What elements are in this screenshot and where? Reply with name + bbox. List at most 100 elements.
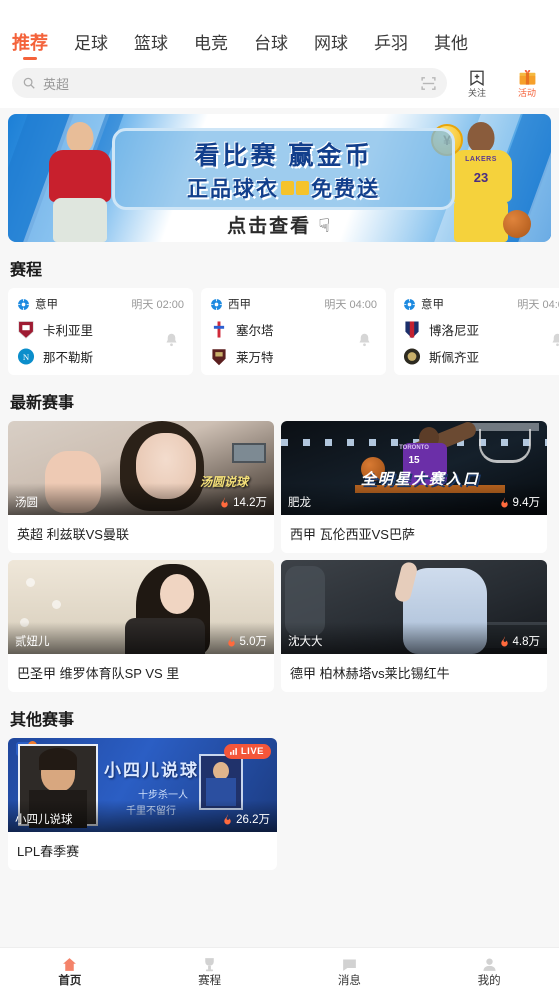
video-card[interactable]: 沈大大 4.8万 德甲 柏林赫塔vs莱比锡红牛	[281, 560, 547, 692]
home-team-name: 博洛尼亚	[429, 324, 480, 338]
tab-zuqiu[interactable]: 足球	[74, 35, 108, 62]
team-crest-icon	[403, 348, 421, 365]
bell-icon	[359, 333, 370, 347]
banner-plate: 看比赛 赢金币 正品球衣 免费送	[112, 128, 455, 210]
streamer-name: 贰妞儿	[15, 636, 50, 648]
category-tabbar: 推荐 足球 篮球 电竞 台球 网球 乒羽 其他	[12, 22, 547, 62]
heat-value: 9.4万	[512, 497, 541, 509]
tab-label: 电竞	[194, 34, 228, 53]
search-placeholder: 英超	[43, 76, 70, 92]
fire-icon	[227, 636, 235, 647]
promo-banner[interactable]: LAKERS 23 ¥ 看比赛 赢金币 正品球衣 免费送 点击查看 ☟	[8, 114, 551, 242]
scan-qr-button[interactable]	[420, 75, 437, 92]
match-reminder-button[interactable]	[357, 332, 372, 353]
schedule-card[interactable]: 意甲 明天 04:00 博洛尼亚 斯佩齐亚	[394, 288, 559, 375]
video-title: 西甲 瓦伦西亚VS巴萨	[290, 527, 415, 542]
match-reminder-button[interactable]	[550, 332, 559, 353]
schedule-scroller[interactable]: 意甲 明天 02:00 卡利亚里 N 那不勒斯 西甲 明天 04:00 塞尔塔 …	[0, 288, 559, 375]
video-card[interactable]: 汤圆说球 汤圆 14.2万 英超 利兹联VS曼联	[8, 421, 274, 553]
follow-button[interactable]: 关注	[457, 69, 497, 98]
nav-label: 消息	[337, 974, 361, 987]
away-team-name: 莱万特	[236, 351, 274, 365]
tab-taiqiu[interactable]: 台球	[254, 35, 288, 62]
football-icon	[404, 298, 415, 310]
streamer-name: 肥龙	[288, 497, 311, 509]
football-icon	[18, 298, 29, 310]
video-thumbnail: 小四儿说球 十步杀一人 千里不留行 LIVE 小四儿说球 26.2万	[8, 738, 277, 832]
home-team-name: 卡利亚里	[43, 324, 94, 338]
thumbnail-watermark: 小四儿说球	[104, 761, 199, 780]
tab-pingyu[interactable]: 乒羽	[374, 35, 408, 62]
match-time: 明天 04:00	[517, 299, 559, 311]
nav-item-profile[interactable]: 我的	[419, 948, 559, 995]
tab-tuijian[interactable]: 推荐	[12, 34, 48, 62]
match-reminder-button[interactable]	[164, 332, 179, 353]
nav-label: 首页	[58, 974, 82, 987]
video-title: LPL春季赛	[17, 844, 80, 859]
home-icon	[63, 957, 77, 971]
league-name: 意甲	[421, 299, 444, 311]
video-thumbnail: 贰妞儿 5.0万	[8, 560, 274, 654]
heat-value: 4.8万	[512, 636, 541, 648]
league-name: 意甲	[35, 299, 58, 311]
trophy-icon	[205, 957, 214, 971]
fire-icon	[500, 497, 508, 508]
search-input[interactable]: 英超	[12, 68, 447, 98]
live-bars-icon	[230, 748, 237, 755]
video-card[interactable]: 贰妞儿 5.0万 巴圣甲 维罗体育队SP VS 里	[8, 560, 274, 692]
banner-player-number: 23	[473, 170, 489, 185]
home-team-row: 博洛尼亚	[403, 320, 559, 339]
schedule-card-header: 西甲 明天 04:00	[210, 296, 377, 312]
user-icon	[483, 958, 496, 971]
latest-section-title: 最新赛事	[10, 395, 75, 412]
banner-cta[interactable]: 点击查看 ☟	[8, 211, 551, 238]
activity-button[interactable]: 活动	[507, 68, 547, 98]
away-team-row: 斯佩齐亚	[403, 347, 559, 366]
thumbnail-watermark-sub: 十步杀一人	[138, 790, 188, 801]
nav-item-home[interactable]: 首页	[0, 948, 140, 995]
bell-icon	[552, 333, 559, 347]
match-time: 明天 02:00	[131, 299, 184, 311]
video-thumbnail: 汤圆说球 汤圆 14.2万	[8, 421, 274, 515]
video-card[interactable]: TORONTO 15 全明星大赛入口 肥龙 9.4万 西甲 瓦伦西亚VS巴萨	[281, 421, 547, 553]
live-label: LIVE	[240, 746, 264, 757]
banner-subline-a: 正品球衣	[187, 177, 279, 201]
live-badge: LIVE	[223, 744, 271, 759]
tab-label: 推荐	[12, 33, 48, 53]
search-icon	[23, 77, 35, 89]
schedule-card[interactable]: 意甲 明天 02:00 卡利亚里 N 那不勒斯	[8, 288, 193, 375]
app-header: 推荐 足球 篮球 电竞 台球 网球 乒羽 其他 英超 关注 活动	[0, 22, 559, 108]
nav-item-message[interactable]: 消息	[280, 948, 420, 995]
activity-label: 活动	[517, 88, 536, 98]
heat-value: 5.0万	[239, 636, 268, 648]
heat-count: 9.4万	[499, 494, 541, 510]
banner-subline-b: 免费送	[311, 177, 380, 201]
home-team-row: 塞尔塔	[210, 320, 377, 339]
video-card[interactable]: 小四儿说球 十步杀一人 千里不留行 LIVE 小四儿说球 26.2万	[8, 738, 277, 870]
tab-qita[interactable]: 其他	[434, 35, 468, 62]
banner-club-label: LAKERS	[465, 156, 497, 163]
tab-wangqiu[interactable]: 网球	[314, 35, 348, 62]
streamer-name: 汤圆	[15, 497, 38, 509]
streamer-name: 小四儿说球	[15, 814, 73, 826]
follow-label: 关注	[467, 87, 486, 98]
jersey-icon	[281, 180, 294, 195]
match-time: 明天 04:00	[324, 299, 377, 311]
tab-lanqiu[interactable]: 篮球	[134, 35, 168, 62]
schedule-section-title: 赛程	[10, 262, 43, 279]
home-team-name: 塞尔塔	[236, 324, 274, 338]
other-grid: 小四儿说球 十步杀一人 千里不留行 LIVE 小四儿说球 26.2万	[0, 738, 559, 870]
banner-cta-label: 点击查看	[227, 216, 312, 237]
heat-count: 26.2万	[222, 811, 270, 827]
app-screen: 推荐 足球 篮球 电竞 台球 网球 乒羽 其他 英超 关注 活动 LAKERS …	[0, 0, 559, 995]
team-crest-icon	[212, 349, 226, 366]
heat-value: 26.2万	[236, 814, 270, 826]
tab-dianjing[interactable]: 电竞	[194, 35, 228, 62]
team-crest-icon: N	[17, 348, 35, 365]
scan-qr-icon	[421, 76, 436, 90]
schedule-card[interactable]: 西甲 明天 04:00 塞尔塔 莱万特	[201, 288, 386, 375]
nav-item-schedule[interactable]: 赛程	[140, 948, 280, 995]
heat-count: 14.2万	[219, 494, 267, 510]
away-team-row: 莱万特	[210, 347, 377, 366]
video-title: 德甲 柏林赫塔vs莱比锡红牛	[290, 666, 450, 681]
